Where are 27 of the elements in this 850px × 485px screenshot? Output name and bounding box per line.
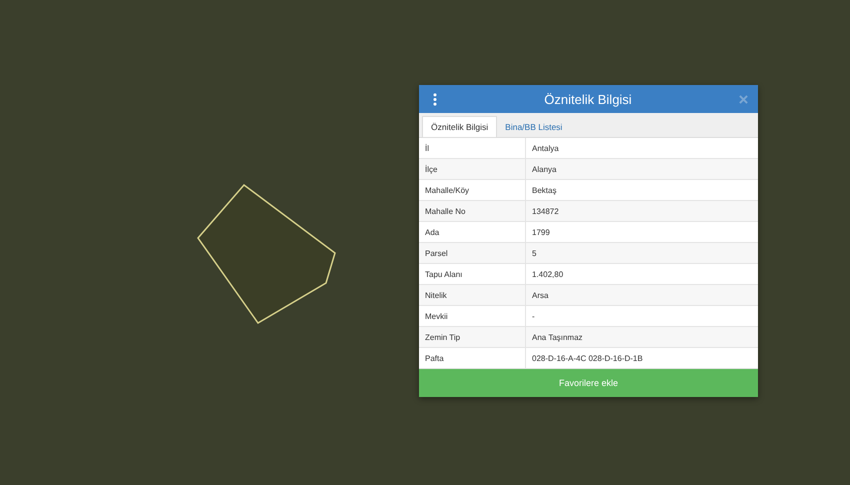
attribute-value: - bbox=[531, 312, 535, 320]
more-icon[interactable] bbox=[433, 92, 437, 106]
attribute-value: Bektaş bbox=[531, 186, 556, 194]
attribute-label: Zemin Tip bbox=[419, 327, 526, 347]
tab[interactable]: Öznitelik Bilgisi bbox=[422, 116, 498, 137]
attribute-label: Nitelik bbox=[419, 285, 526, 305]
attribute-label: Parsel bbox=[419, 243, 526, 263]
attribute-value: 5 bbox=[531, 248, 536, 258]
attribute-value: Arsa bbox=[531, 290, 548, 300]
add-favorites-button[interactable]: Favorilere ekle bbox=[419, 369, 758, 397]
attribute-label: Mevkii bbox=[419, 306, 526, 326]
tab[interactable]: Bina/BB Listesi bbox=[497, 116, 570, 137]
attribute-value: 028-D-16-A-4C 028-D-16-D-1B bbox=[531, 354, 643, 362]
attribute-label: Mahalle/Köy bbox=[419, 180, 526, 200]
attribute-value: 1799 bbox=[531, 228, 550, 236]
attribute-label: Tapu Alanı bbox=[419, 264, 526, 284]
attribute-label: Ada bbox=[419, 222, 526, 242]
attribute-value: Alanya bbox=[531, 164, 556, 174]
attribute-value: 1.402,80 bbox=[531, 270, 564, 278]
attribute-value: Antalya bbox=[531, 144, 559, 152]
attribute-label: İlçe bbox=[419, 159, 526, 179]
attribute-label: İl bbox=[419, 138, 526, 158]
attribute-label: Mahalle No bbox=[419, 201, 526, 221]
attribute-value: 134872 bbox=[531, 206, 559, 216]
panel-title: Öznitelik Bilgisi bbox=[543, 92, 633, 106]
attribute-label: Pafta bbox=[419, 348, 526, 368]
attribute-value: Ana Taşınmaz bbox=[531, 332, 583, 342]
